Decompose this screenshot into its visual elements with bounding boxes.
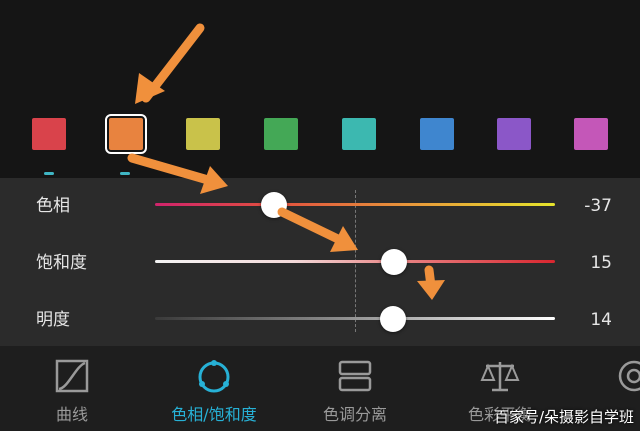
watermark: 百家号/朵摄影自学班	[493, 408, 634, 426]
partial-icon	[618, 360, 640, 392]
arrow-head	[417, 280, 445, 300]
balance-icon	[480, 362, 520, 392]
arrow-to-hue-slider	[127, 153, 213, 185]
curve-icon	[55, 359, 89, 393]
hsl-icon	[198, 360, 230, 393]
arrow-to-saturation-slider	[277, 207, 345, 245]
tool-curves[interactable]: 曲线	[27, 346, 117, 431]
tool-hsl-label: 色相/饱和度	[171, 405, 257, 424]
tool-curves-label: 曲线	[55, 405, 88, 424]
editor-screen: 色相 -37 饱和度 15 明度 14 曲线 色相/饱和度 色调分离 色彩平衡 …	[0, 0, 640, 431]
tool-split-tone-label: 色调分离	[322, 405, 387, 424]
split-tone-icon	[338, 360, 372, 392]
tool-hsl[interactable]: 色相/饱和度	[150, 346, 278, 431]
tool-split-tone[interactable]: 色调分离	[305, 346, 405, 431]
